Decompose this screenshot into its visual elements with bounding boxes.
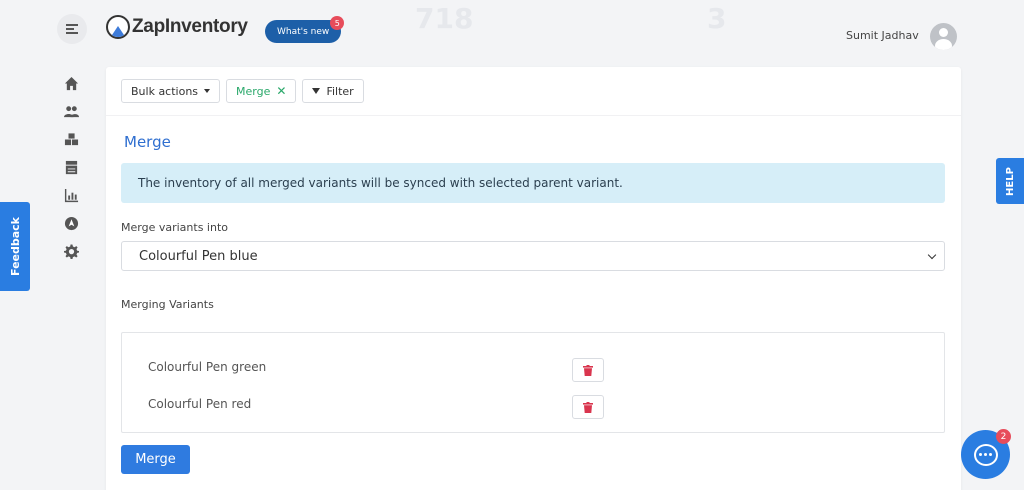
hamburger-icon	[66, 23, 78, 35]
menu-toggle-button[interactable]	[57, 14, 87, 44]
list-item: Colourful Pen red	[148, 397, 252, 411]
variants-list: Colourful Pen green Colourful Pen red	[121, 332, 945, 433]
trash-icon	[583, 401, 593, 413]
brand-logo[interactable]: ZapInventory	[106, 15, 248, 39]
background-stat: 718	[415, 2, 474, 35]
users-icon[interactable]	[62, 102, 80, 120]
filter-icon	[312, 88, 321, 94]
merging-variants-label: Merging Variants	[121, 298, 214, 311]
whats-new-label: What's new	[277, 26, 330, 37]
user-name[interactable]: Sumit Jadhav	[846, 29, 919, 42]
gear-icon[interactable]	[62, 242, 80, 260]
sidebar	[62, 74, 82, 270]
feedback-label: Feedback	[8, 217, 22, 276]
avatar[interactable]	[930, 23, 957, 50]
whats-new-badge: 5	[330, 16, 345, 30]
filter-button[interactable]: Filter	[302, 79, 364, 103]
brand-name: ZapInventory	[132, 16, 248, 37]
merge-into-label: Merge variants into	[121, 221, 228, 234]
merge-chip[interactable]: Merge ✕	[226, 79, 297, 103]
merge-submit-button[interactable]: Merge	[121, 445, 190, 474]
info-alert: The inventory of all merged variants wil…	[121, 163, 945, 203]
filter-label: Filter	[326, 84, 354, 98]
help-tab[interactable]: HELP	[996, 158, 1024, 204]
chat-unread-badge: 2	[996, 429, 1011, 444]
chevron-down-icon	[927, 250, 937, 260]
merge-chip-label: Merge	[236, 84, 271, 98]
list-item: Colourful Pen green	[148, 360, 267, 374]
trash-icon	[583, 364, 593, 376]
merge-into-select[interactable]: Colourful Pen blue	[121, 241, 945, 271]
help-label: HELP	[1004, 166, 1016, 196]
background-stat: 3	[707, 2, 727, 35]
bulk-actions-dropdown[interactable]: Bulk actions	[121, 79, 221, 103]
delete-button[interactable]	[572, 358, 604, 382]
merge-card: Bulk actions Merge ✕ Filter Merge The in…	[106, 67, 961, 490]
warehouse-icon[interactable]	[62, 158, 80, 176]
bulk-actions-label: Bulk actions	[131, 84, 199, 98]
chat-icon	[973, 443, 998, 466]
delete-button[interactable]	[572, 395, 604, 419]
logo-icon	[106, 15, 130, 39]
boxes-icon[interactable]	[62, 130, 80, 148]
chart-icon[interactable]	[62, 186, 80, 204]
close-icon[interactable]: ✕	[276, 84, 286, 98]
section-title: Merge	[124, 133, 171, 151]
info-message: The inventory of all merged variants wil…	[138, 176, 623, 190]
toolbar: Bulk actions Merge ✕ Filter	[121, 79, 364, 103]
compass-icon[interactable]	[62, 214, 80, 232]
merge-into-value: Colourful Pen blue	[139, 248, 258, 264]
divider	[106, 115, 961, 116]
home-icon[interactable]	[62, 74, 80, 92]
whats-new-button[interactable]: What's new 5	[265, 16, 345, 43]
feedback-tab[interactable]: Feedback	[0, 202, 30, 291]
caret-down-icon	[204, 89, 211, 93]
